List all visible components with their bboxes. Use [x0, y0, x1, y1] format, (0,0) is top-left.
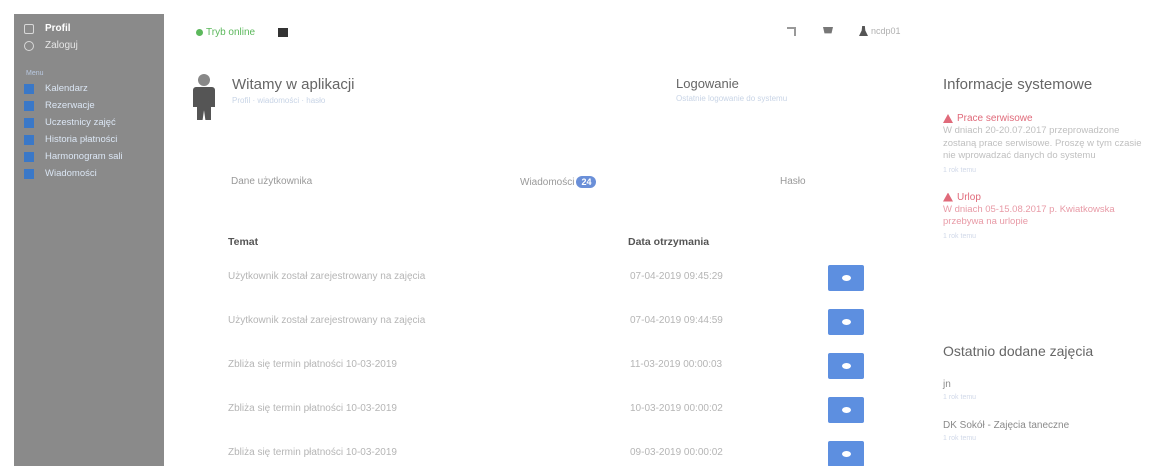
- message-date: 11-03-2019 00:00:03: [630, 359, 723, 370]
- sidebar-item-label: Harmonogram sali: [45, 151, 123, 162]
- home-icon: [24, 100, 34, 111]
- message-subject: Zbliża się termin płatności 10-03-2019: [228, 447, 397, 458]
- view-message-button[interactable]: [828, 265, 864, 291]
- message-date: 07-04-2019 09:44:59: [630, 315, 723, 326]
- tab-password[interactable]: Hasło: [780, 176, 806, 187]
- login-panel: Logowanie Ostatnie logowanie do systemu: [676, 76, 787, 103]
- recent-class-item[interactable]: jn: [943, 379, 951, 390]
- envelope-icon: [24, 168, 34, 179]
- sidebar-item-label: Uczestnicy zajęć: [45, 117, 116, 128]
- notice-heading: Prace serwisowe: [957, 113, 1033, 124]
- message-subject: Użytkownik został zarejestrowany na zaję…: [228, 271, 426, 282]
- message-subject: Zbliża się termin płatności 10-03-2019: [228, 359, 397, 370]
- welcome-title: Witamy w aplikacji: [232, 76, 355, 93]
- system-notice: Urlop W dniach 05-15.08.2017 p. Kwiatkow…: [943, 192, 1143, 240]
- warning-icon: [943, 114, 953, 123]
- notice-time: 1 rok temu: [943, 166, 977, 174]
- sidebar-item-calendar[interactable]: Kalendarz: [14, 80, 164, 97]
- welcome-panel: Witamy w aplikacji Profil · wiadomości ·…: [192, 74, 355, 120]
- table-row: Zbliża się termin płatności 10-03-2019 1…: [228, 394, 888, 438]
- eye-icon: [841, 363, 851, 369]
- view-message-button[interactable]: [828, 309, 864, 335]
- recent-class-item[interactable]: DK Sokół - Zajęcia taneczne: [943, 420, 1069, 431]
- table-row: Użytkownik został zarejestrowany na zaję…: [228, 306, 888, 350]
- online-status-icon: [196, 28, 203, 36]
- recent-class-time: 1 rok temu: [943, 394, 977, 401]
- notice-time: 1 rok temu: [943, 232, 977, 240]
- sidebar-item-label: Rezerwacje: [45, 100, 95, 111]
- schedule-icon: [24, 151, 34, 162]
- message-date: 09-03-2019 00:00:02: [630, 447, 723, 458]
- message-date: 07-04-2019 09:45:29: [630, 271, 723, 282]
- recent-class-time: 1 rok temu: [943, 435, 977, 442]
- table-row: Zbliża się termin płatności 10-03-2019 0…: [228, 438, 888, 466]
- view-message-button[interactable]: [828, 397, 864, 423]
- sidebar-item-login[interactable]: Zaloguj: [14, 37, 164, 54]
- filter-icon: [24, 117, 34, 128]
- tab-label: Hasło: [780, 176, 806, 187]
- sidebar-item-label: Kalendarz: [45, 83, 88, 94]
- power-icon: [24, 40, 34, 51]
- online-status: Tryb online: [206, 26, 256, 38]
- system-info-title: Informacje systemowe: [943, 76, 1093, 93]
- topbar: Tryb online: [196, 24, 289, 40]
- eye-icon: [841, 275, 851, 281]
- view-message-button[interactable]: [828, 353, 864, 379]
- sidebar-item-label: Historia płatności: [45, 134, 118, 145]
- user-icon: [24, 23, 34, 34]
- message-date: 10-03-2019 00:00:02: [630, 403, 723, 414]
- sidebar-item-room-schedule[interactable]: Harmonogram sali: [14, 148, 164, 165]
- sidebar-item-label: Zaloguj: [45, 40, 78, 51]
- tab-user-data[interactable]: Dane użytkownika: [231, 176, 312, 187]
- column-header-subject: Temat: [228, 236, 259, 248]
- sidebar-item-label: Wiadomości: [45, 168, 97, 179]
- sidebar-item-label: Profil: [45, 23, 71, 34]
- warning-icon: [943, 192, 953, 202]
- user-name[interactable]: ncdp01: [871, 26, 901, 36]
- topbar-actions: ncdp01: [787, 26, 901, 36]
- table-row: Użytkownik został zarejestrowany na zaję…: [228, 262, 888, 306]
- cart-icon[interactable]: [823, 27, 833, 34]
- recent-classes-title: Ostatnio dodane zajęcia: [943, 343, 1094, 359]
- messages-table: Użytkownik został zarejestrowany na zaję…: [228, 262, 888, 466]
- user-icon[interactable]: [859, 26, 868, 36]
- system-notice: Prace serwisowe W dniach 20-20.07.2017 p…: [943, 113, 1143, 174]
- notice-heading: Urlop: [957, 191, 981, 203]
- message-subject: Użytkownik został zarejestrowany na zaję…: [228, 315, 426, 326]
- avatar: [192, 74, 216, 120]
- sidebar-item-reservations[interactable]: Rezerwacje: [14, 97, 164, 114]
- book-icon[interactable]: [278, 27, 289, 37]
- sidebar-item-participants[interactable]: Uczestnicy zajęć: [14, 114, 164, 131]
- notice-body: W dniach 05-15.08.2017 p. Kwiatkowska pr…: [943, 203, 1115, 228]
- sidebar: Profil Zaloguj Menu Kalendarz Rezerwacje…: [14, 14, 164, 466]
- table-row: Zbliża się termin płatności 10-03-2019 1…: [228, 350, 888, 394]
- tab-label: Wiadomości: [520, 176, 575, 188]
- profile-tabs: Dane użytkownika Wiadomości 24 Hasło: [186, 176, 906, 190]
- tab-messages[interactable]: Wiadomości 24: [520, 176, 597, 188]
- notice-body: W dniach 20-20.07.2017 przeprowadzone zo…: [943, 125, 1142, 161]
- sidebar-item-messages[interactable]: Wiadomości: [14, 165, 164, 182]
- login-subtitle: Ostatnie logowanie do systemu: [676, 94, 788, 103]
- fullscreen-icon[interactable]: [787, 26, 796, 36]
- message-subject: Zbliża się termin płatności 10-03-2019: [228, 403, 397, 414]
- tab-label: Dane użytkownika: [231, 176, 313, 187]
- payment-icon: [24, 134, 34, 145]
- sidebar-item-profile[interactable]: Profil: [14, 20, 164, 37]
- calendar-icon: [24, 83, 34, 94]
- login-title: Logowanie: [676, 76, 739, 91]
- eye-icon: [841, 407, 851, 413]
- eye-icon: [841, 319, 851, 325]
- eye-icon: [841, 451, 851, 457]
- sidebar-section-label: Menu: [26, 69, 44, 77]
- welcome-subtitle: Profil · wiadomości · hasło: [232, 96, 326, 105]
- view-message-button[interactable]: [828, 441, 864, 466]
- system-info-panel: Informacje systemowe Prace serwisowe W d…: [943, 76, 1143, 240]
- sidebar-item-payment-history[interactable]: Historia płatności: [14, 131, 164, 148]
- column-header-date: Data otrzymania: [628, 236, 710, 248]
- messages-count-badge: 24: [576, 176, 597, 188]
